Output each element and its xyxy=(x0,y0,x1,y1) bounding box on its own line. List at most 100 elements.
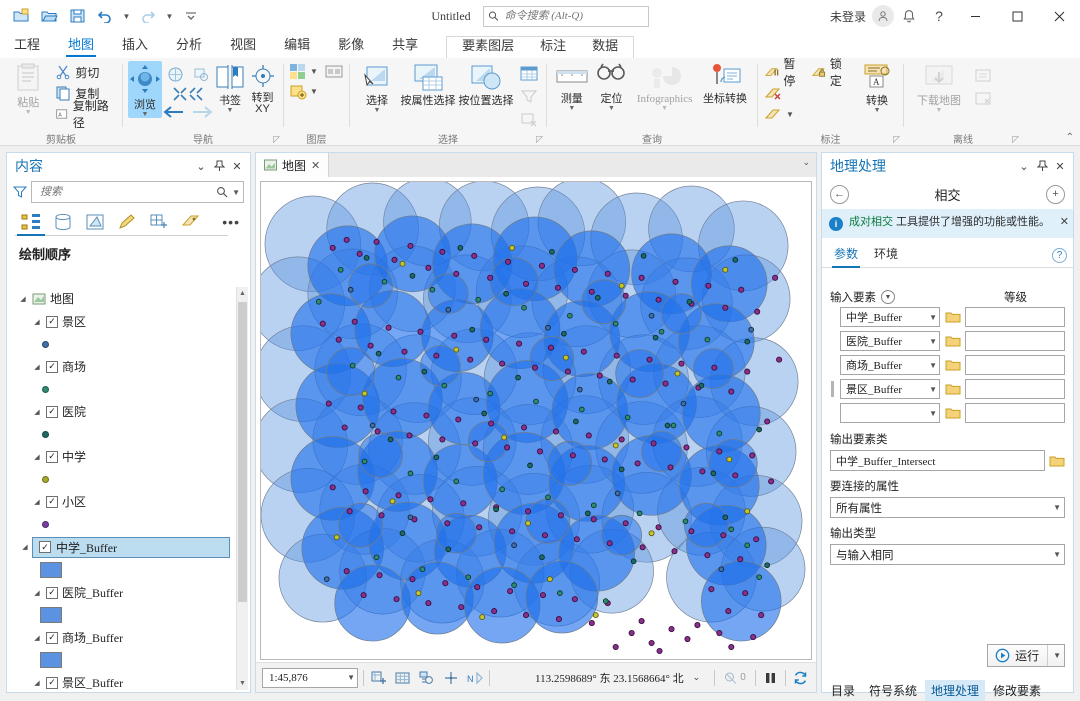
tab-share[interactable]: 共享 xyxy=(378,32,432,58)
labeling-dialog-launcher[interactable]: ◸ xyxy=(893,134,900,145)
list-by-selection-tab[interactable] xyxy=(81,209,109,235)
customize-qat-icon[interactable] xyxy=(178,4,204,28)
contents-search-input[interactable] xyxy=(38,185,217,199)
row-drag-handle[interactable] xyxy=(831,381,834,397)
select-button[interactable]: 选择 ▼ xyxy=(355,61,399,114)
label-settings-dropdown-icon[interactable]: ▼ xyxy=(786,110,794,119)
fixed-zoom-icon[interactable] xyxy=(189,63,213,85)
tree-row-map-root[interactable]: ◢ 地图 xyxy=(8,287,236,310)
scrollbar-thumb[interactable] xyxy=(238,302,247,602)
coordinate-conversion-button[interactable]: 坐标转换 xyxy=(698,61,752,105)
info-link[interactable]: 成对相交 xyxy=(849,216,893,228)
browse-folder-icon[interactable] xyxy=(944,405,961,422)
contents-close-icon[interactable]: ✕ xyxy=(228,156,246,176)
expand-triangle-icon[interactable]: ◢ xyxy=(32,589,42,597)
expand-triangle-icon[interactable]: ◢ xyxy=(18,295,28,303)
tab-imagery[interactable]: 影像 xyxy=(324,32,378,58)
full-extent-icon[interactable] xyxy=(163,63,187,85)
measure-button[interactable]: 测量 ▼ xyxy=(552,61,592,112)
list-by-snapping-tab[interactable] xyxy=(145,209,173,235)
layer-visibility-checkbox[interactable]: ✓ xyxy=(46,676,58,689)
output-feature-class-input[interactable]: 中学_Buffer_Intersect xyxy=(830,450,1045,471)
rank-input[interactable] xyxy=(965,403,1065,423)
browse-folder-icon[interactable] xyxy=(944,357,961,374)
tab-parameters[interactable]: 参数 xyxy=(830,243,864,268)
tab-view[interactable]: 视图 xyxy=(216,32,270,58)
infographics-button[interactable]: Infographics ▼ xyxy=(631,61,698,112)
browse-folder-icon[interactable] xyxy=(944,381,961,398)
layer-visibility-checkbox[interactable]: ✓ xyxy=(46,631,58,644)
tree-row-layer[interactable]: ◢ ✓ 景区 xyxy=(8,310,236,333)
map-view-tab[interactable]: 地图 ✕ xyxy=(256,153,330,177)
expand-triangle-icon[interactable]: ◢ xyxy=(32,318,42,326)
redo-icon[interactable] xyxy=(135,4,161,28)
input-feature-select[interactable]: 中学_Buffer ▼ xyxy=(840,307,940,327)
infographics-dropdown-icon[interactable]: ▼ xyxy=(661,105,668,112)
list-by-data-source-tab[interactable] xyxy=(49,209,77,235)
lock-labeling-button[interactable]: 锁定 xyxy=(810,57,855,88)
filter-icon[interactable] xyxy=(13,185,27,199)
add-data-icon[interactable] xyxy=(369,668,388,688)
contents-menu-icon[interactable]: ⌄ xyxy=(192,156,210,176)
rank-input[interactable] xyxy=(965,331,1065,351)
explore-button[interactable]: 浏览 ▼ xyxy=(128,61,162,118)
coordinate-units-dropdown-icon[interactable]: ⌄ xyxy=(693,672,701,683)
minimize-button[interactable] xyxy=(954,0,996,32)
new-project-icon[interactable] xyxy=(8,4,34,28)
chevron-down-icon[interactable]: ▼ xyxy=(929,409,937,418)
chevron-down-icon[interactable]: ▼ xyxy=(929,313,937,322)
expand-triangle-icon[interactable]: ◢ xyxy=(32,408,42,416)
basemap-grid-icon[interactable] xyxy=(393,668,412,688)
label-settings-button[interactable]: ▼ xyxy=(763,104,808,124)
dock-tab-geoprocessing[interactable]: 地理处理 xyxy=(925,679,986,701)
crosshair-icon[interactable] xyxy=(441,668,460,688)
input-feature-select[interactable]: 景区_Buffer ▼ xyxy=(840,379,940,399)
avatar[interactable] xyxy=(872,5,894,27)
offline-dialog-launcher[interactable]: ◸ xyxy=(1012,134,1019,145)
rank-input[interactable] xyxy=(965,307,1065,327)
notifications-bell-icon[interactable] xyxy=(894,1,924,31)
chevron-down-icon[interactable]: ▼ xyxy=(929,361,937,370)
browse-folder-icon[interactable] xyxy=(944,333,961,350)
bookmarks-dropdown-icon[interactable]: ▼ xyxy=(227,107,234,114)
scale-dropdown-icon[interactable]: ▼ xyxy=(347,673,355,682)
list-by-drawing-order-tab[interactable] xyxy=(17,209,45,236)
refresh-icon[interactable] xyxy=(791,668,810,688)
expand-triangle-icon[interactable]: ◢ xyxy=(32,363,42,371)
input-feature-select[interactable]: 医院_Buffer ▼ xyxy=(840,331,940,351)
expand-triangle-icon[interactable]: ◢ xyxy=(32,453,42,461)
geoprocessing-menu-icon[interactable]: ⌄ xyxy=(1015,156,1033,176)
dock-tab-modify-features[interactable]: 修改要素 xyxy=(987,680,1047,701)
browse-folder-icon[interactable] xyxy=(1049,452,1065,469)
tab-edit[interactable]: 编辑 xyxy=(270,32,324,58)
geoprocessing-close-icon[interactable]: ✕ xyxy=(1051,156,1069,176)
navigate-dialog-launcher[interactable]: ◸ xyxy=(273,134,280,145)
chevron-down-icon[interactable]: ▼ xyxy=(881,290,895,304)
close-button[interactable] xyxy=(1038,0,1080,32)
explore-dropdown-icon[interactable]: ▼ xyxy=(142,111,149,118)
tab-data[interactable]: 数据 xyxy=(579,33,631,58)
expand-triangle-icon[interactable]: ◢ xyxy=(32,634,42,642)
tree-row-layer[interactable]: ◢ ✓ 小区 xyxy=(8,490,236,513)
pause-labeling-button[interactable]: 暂停 xyxy=(763,57,808,88)
tab-analysis[interactable]: 分析 xyxy=(162,32,216,58)
rank-input[interactable] xyxy=(965,379,1065,399)
tab-environments[interactable]: 环境 xyxy=(870,243,904,267)
command-search-input[interactable] xyxy=(502,9,644,23)
locate-dropdown-icon[interactable]: ▼ xyxy=(608,105,615,112)
run-dropdown-icon[interactable]: ▼ xyxy=(1047,644,1061,666)
collapse-ribbon-icon[interactable]: ⌃ xyxy=(1066,132,1074,143)
download-map-button[interactable]: 下载地图 ▼ xyxy=(909,61,969,114)
scroll-down-icon[interactable]: ▼ xyxy=(237,677,248,690)
chevron-down-icon[interactable]: ▼ xyxy=(1053,503,1061,512)
scroll-up-icon[interactable]: ▲ xyxy=(237,287,248,300)
expand-triangle-icon[interactable]: ◢ xyxy=(32,498,42,506)
help-icon[interactable]: ? xyxy=(924,1,954,31)
layer-visibility-checkbox[interactable]: ✓ xyxy=(46,450,58,463)
measure-dropdown-icon[interactable]: ▼ xyxy=(568,105,575,112)
map-scale-selector[interactable]: 1:45,876 ▼ xyxy=(262,667,358,688)
command-search-box[interactable] xyxy=(482,5,649,27)
output-type-select[interactable]: 与输入相同 ▼ xyxy=(830,544,1065,565)
contents-pin-icon[interactable] xyxy=(210,156,228,176)
convert-labels-button[interactable]: A 转换 ▼ xyxy=(856,61,898,114)
